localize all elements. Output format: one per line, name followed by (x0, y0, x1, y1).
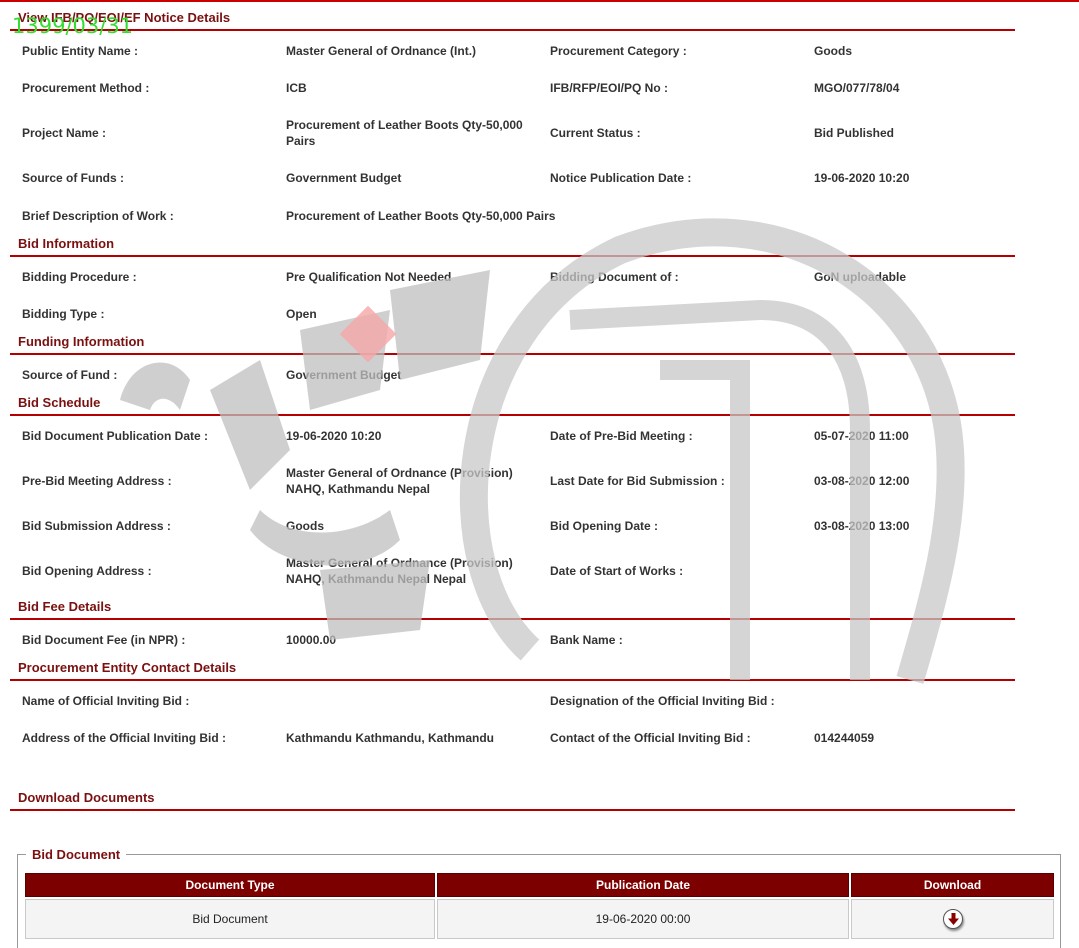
bank-name-label: Bank Name : (550, 633, 623, 647)
bidding-type-label: Bidding Type : (22, 307, 105, 321)
section-divider (10, 414, 1015, 416)
column-header-download: Download (851, 873, 1054, 897)
project-name-value: Procurement of Leather Boots Qty-50,000 … (286, 117, 541, 149)
bid-schedule-title: Bid Schedule (18, 395, 101, 410)
brief-description-value: Procurement of Leather Boots Qty-50,000 … (286, 209, 556, 223)
project-name-label: Project Name : (22, 126, 107, 140)
brief-description-label: Brief Description of Work : (22, 209, 174, 223)
source-of-fund-label: Source of Fund : (22, 368, 118, 382)
section-divider (10, 29, 1015, 31)
date-stamp: 1399/03/31 (12, 14, 134, 38)
section-divider (10, 255, 1015, 257)
bid-document-legend: Bid Document (32, 847, 121, 862)
bid-submission-address-value: Goods (286, 519, 324, 533)
bidding-document-of-value: GoN uploadable (814, 270, 907, 284)
opening-address-line1: Master General of Ordnance (Provision) (286, 556, 513, 570)
section-divider (10, 679, 1015, 681)
opening-address-line2: NAHQ, Kathmandu Nepal Nepal (286, 572, 467, 586)
pre-bid-meeting-address-label: Pre-Bid Meeting Address : (22, 474, 172, 488)
source-of-fund-value: Government Budget (286, 368, 402, 382)
section-divider (10, 618, 1015, 620)
ifb-number-value: MGO/077/78/04 (814, 81, 900, 95)
procurement-method-value: ICB (286, 81, 307, 95)
pre-bid-address-line1: Master General of Ordnance (Provision) (286, 466, 513, 480)
documents-table: Document Type Publication Date Download … (23, 871, 1056, 941)
current-status-label: Current Status : (550, 126, 641, 140)
table-header-row: Document Type Publication Date Download (25, 873, 1054, 897)
start-of-works-label: Date of Start of Works : (550, 564, 684, 578)
source-of-funds-value: Government Budget (286, 171, 402, 185)
project-name-line1: Procurement of Leather Boots Qty-50,000 (286, 118, 523, 132)
column-header-publication-date: Publication Date (437, 873, 849, 897)
project-name-line2: Pairs (286, 134, 316, 148)
bid-document-fee-value: 10000.00 (286, 633, 337, 647)
notice-publication-date-label: Notice Publication Date : (550, 171, 692, 185)
notice-publication-date-value: 19-06-2020 10:20 (814, 171, 910, 185)
download-arrow-icon[interactable] (942, 909, 963, 929)
bid-opening-date-value: 03-08-2020 13:00 (814, 519, 910, 533)
bid-opening-address-value: Master General of Ordnance (Provision) N… (286, 555, 541, 587)
official-name-label: Name of Official Inviting Bid : (22, 694, 190, 708)
table-row: Bid Document 19-06-2020 00:00 (25, 899, 1054, 939)
bidding-procedure-label: Bidding Procedure : (22, 270, 137, 284)
official-contact-value: 014244059 (814, 731, 875, 745)
procurement-category-value: Goods (814, 44, 852, 58)
bid-doc-publication-date-value: 19-06-2020 10:20 (286, 429, 382, 443)
bid-opening-address-label: Bid Opening Address : (22, 564, 152, 578)
bid-fee-title: Bid Fee Details (18, 599, 112, 614)
document-type-cell: Bid Document (25, 899, 435, 939)
publication-date-cell: 19-06-2020 00:00 (437, 899, 849, 939)
section-divider (10, 353, 1015, 355)
download-documents-title: Download Documents (18, 790, 155, 805)
last-date-submission-value: 03-08-2020 12:00 (814, 474, 910, 488)
contact-details-title: Procurement Entity Contact Details (18, 660, 237, 675)
bid-information-title: Bid Information (18, 236, 115, 251)
top-border (0, 0, 1079, 2)
bid-opening-date-label: Bid Opening Date : (550, 519, 658, 533)
procurement-category-label: Procurement Category : (550, 44, 687, 58)
public-entity-label: Public Entity Name : (22, 44, 139, 58)
official-contact-label: Contact of the Official Inviting Bid : (550, 731, 751, 745)
pre-bid-address-line2: NAHQ, Kathmandu Nepal (286, 482, 431, 496)
bidding-type-value: Open (286, 307, 317, 321)
last-date-submission-label: Last Date for Bid Submission : (550, 474, 725, 488)
column-header-document-type: Document Type (25, 873, 435, 897)
official-address-value: Kathmandu Kathmandu, Kathmandu (286, 731, 495, 745)
bid-document-fee-label: Bid Document Fee (in NPR) : (22, 633, 186, 647)
public-entity-value: Master General of Ordnance (Int.) (286, 44, 477, 58)
procurement-method-label: Procurement Method : (22, 81, 150, 95)
pre-bid-meeting-address-value: Master General of Ordnance (Provision) N… (286, 465, 541, 497)
pre-bid-meeting-date-label: Date of Pre-Bid Meeting : (550, 429, 693, 443)
ifb-number-label: IFB/RFP/EOI/PQ No : (550, 81, 669, 95)
official-designation-label: Designation of the Official Inviting Bid… (550, 694, 775, 708)
pre-bid-meeting-date-value: 05-07-2020 11:00 (814, 429, 909, 443)
bid-submission-address-label: Bid Submission Address : (22, 519, 171, 533)
bidding-document-of-label: Bidding Document of : (550, 270, 679, 284)
official-address-label: Address of the Official Inviting Bid : (22, 731, 227, 745)
bid-doc-publication-date-label: Bid Document Publication Date : (22, 429, 209, 443)
current-status-value: Bid Published (814, 126, 895, 140)
section-divider (10, 809, 1015, 811)
download-cell (851, 899, 1054, 939)
funding-information-title: Funding Information (18, 334, 145, 349)
bidding-procedure-value: Pre Qualification Not Needed (286, 270, 452, 284)
source-of-funds-label: Source of Funds : (22, 171, 124, 185)
